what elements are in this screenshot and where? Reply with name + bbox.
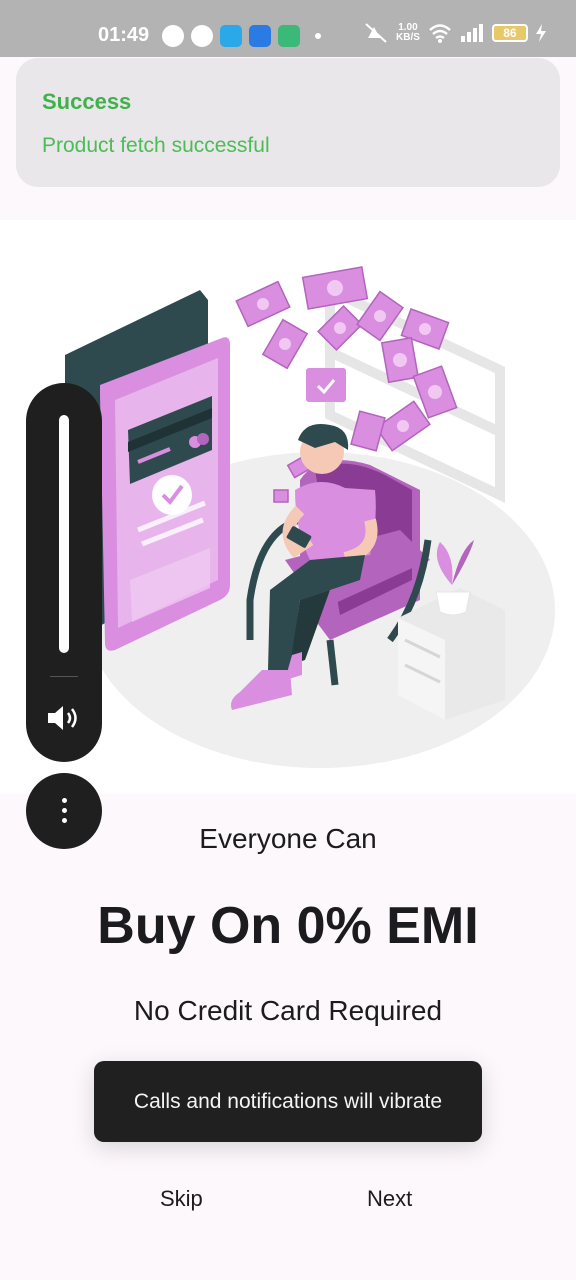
skip-button[interactable]: Skip bbox=[160, 1186, 203, 1212]
charging-icon bbox=[535, 24, 546, 42]
signal-icon bbox=[460, 24, 483, 42]
battery-indicator: 86 bbox=[491, 24, 528, 42]
network-speed: 1.00 KB/S bbox=[396, 23, 420, 43]
mute-icon bbox=[365, 23, 387, 43]
chat-icon bbox=[191, 25, 213, 47]
system-icons: 1.00 KB/S 86 bbox=[364, 22, 546, 44]
wifi-icon bbox=[429, 24, 451, 43]
headline: Buy On 0% EMI bbox=[97, 897, 479, 955]
kicker-text: Everyone Can bbox=[199, 823, 377, 854]
next-button[interactable]: Next bbox=[367, 1186, 412, 1212]
system-toast: Calls and notifications will vibrate bbox=[94, 1061, 482, 1142]
app-icon bbox=[220, 25, 242, 47]
status-time: 01:49 bbox=[98, 24, 150, 46]
nfc-icon bbox=[249, 25, 271, 47]
notification-icons bbox=[162, 25, 321, 47]
volume-slider[interactable] bbox=[59, 415, 69, 653]
more-notifications-dot bbox=[315, 33, 321, 39]
speed-unit: KB/S bbox=[396, 32, 420, 43]
snackbar-message: Product fetch successful bbox=[42, 134, 270, 157]
subline-text: No Credit Card Required bbox=[133, 995, 443, 1026]
speaker-icon[interactable] bbox=[46, 703, 82, 733]
message-icon bbox=[162, 25, 184, 47]
volume-divider bbox=[50, 676, 78, 677]
volume-panel bbox=[26, 383, 102, 762]
battery-saver-icon bbox=[278, 25, 300, 47]
snackbar-title: Success bbox=[42, 89, 132, 114]
success-snackbar: Success Product fetch successful bbox=[16, 58, 560, 187]
status-bar: 01:49 1.00 KB/S 86 bbox=[0, 0, 576, 57]
